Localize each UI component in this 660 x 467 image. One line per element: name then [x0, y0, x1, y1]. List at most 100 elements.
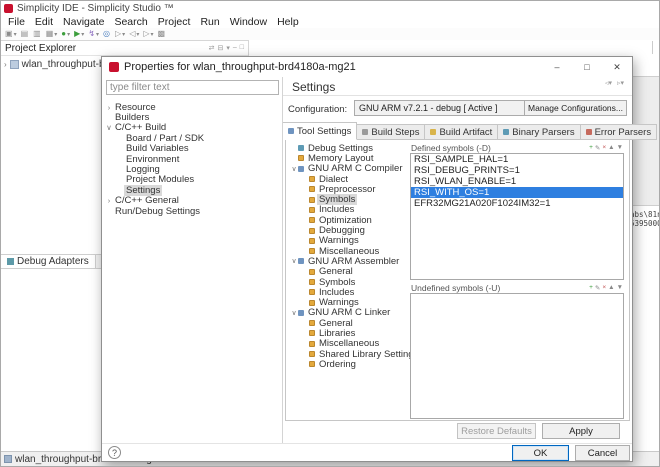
tab-error-parsers[interactable]: Error Parsers — [581, 124, 657, 140]
undefined-symbols-list[interactable] — [410, 293, 624, 419]
symbol-entry[interactable]: EFR32MG21A020F1024IM32=1 — [411, 198, 623, 209]
symbol-entry[interactable]: RSI_DEBUG_PRINTS=1 — [411, 165, 623, 176]
edit-symbol-icon[interactable]: ✎ — [595, 284, 600, 292]
tool-tree-item[interactable]: Symbols — [288, 194, 408, 204]
tab-binary-parsers[interactable]: Binary Parsers — [498, 124, 580, 140]
move-up-icon[interactable]: ▲ — [608, 144, 614, 152]
history-back-icon[interactable]: ◃▾ — [605, 79, 612, 87]
tab-icon — [503, 129, 509, 135]
menu-project[interactable]: Project — [153, 16, 196, 28]
tool-tree-item[interactable]: Ordering — [288, 359, 408, 369]
back-icon[interactable]: ◁▾ — [129, 29, 139, 39]
tab-project-explorer[interactable]: Project Explorer — [5, 43, 76, 54]
move-down-icon[interactable]: ▼ — [617, 284, 623, 292]
help-button[interactable]: ? — [108, 446, 121, 459]
tool-tree-item[interactable]: General — [288, 267, 408, 277]
nav-build-variables[interactable]: Build Variables — [102, 144, 281, 154]
tool-tree-item[interactable]: Libraries — [288, 328, 408, 338]
tool-tree-item[interactable]: ∨ GNU ARM C Compiler — [288, 164, 408, 174]
symbol-entry[interactable]: RSI_WLAN_ENABLE=1 — [411, 176, 623, 187]
tool-tree-item[interactable]: Miscellaneous — [288, 339, 408, 349]
debug-icon[interactable]: ●▾ — [61, 29, 70, 39]
tool-tree-item[interactable]: ∨ GNU ARM Assembler — [288, 256, 408, 266]
build-icon[interactable]: ▦▾ — [46, 29, 58, 39]
symbol-entry[interactable]: RSI_WITH_OS=1 — [411, 187, 623, 198]
tool-tree-item[interactable]: Optimization — [288, 215, 408, 225]
tool-tree-item[interactable]: Dialect — [288, 174, 408, 184]
flash-icon[interactable]: ↯▾ — [88, 29, 99, 39]
apply-button[interactable]: Apply — [542, 423, 620, 439]
move-down-icon[interactable]: ▼ — [617, 144, 623, 152]
menu-file[interactable]: File — [3, 16, 30, 28]
nav-project-modules[interactable]: Project Modules — [102, 175, 281, 185]
tool-tree-item[interactable]: Symbols — [288, 277, 408, 287]
nav-environment[interactable]: Environment — [102, 154, 281, 164]
forward-icon[interactable]: ▷▾ — [143, 29, 153, 39]
tab-debug-adapters[interactable]: Debug Adapters — [1, 255, 96, 268]
tool-tree-item[interactable]: Preprocessor — [288, 184, 408, 194]
dialog-maximize-button[interactable]: □ — [572, 57, 602, 77]
edit-symbol-icon[interactable]: ✎ — [595, 144, 600, 152]
move-up-icon[interactable]: ▲ — [608, 284, 614, 292]
tool-tree-item[interactable]: Warnings — [288, 236, 408, 246]
tool-tree-item[interactable]: Debugging — [288, 225, 408, 235]
manage-configurations-button[interactable]: Manage Configurations... — [524, 100, 627, 116]
tab-build-steps[interactable]: Build Steps — [357, 124, 425, 140]
symbol-entry[interactable]: RSI_SAMPLE_HAL=1 — [411, 154, 623, 165]
minimize-view-icon[interactable]: – — [233, 44, 237, 52]
nav-cpp-general[interactable]: › C/C++ General — [102, 196, 281, 206]
menu-run[interactable]: Run — [195, 16, 224, 28]
nav-run-debug-settings[interactable]: Run/Debug Settings — [102, 206, 281, 216]
tab-build-artifact[interactable]: Build Artifact — [425, 124, 498, 140]
tool-tree-item[interactable]: ∨ GNU ARM C Linker — [288, 308, 408, 318]
delete-symbol-icon[interactable]: × — [602, 284, 606, 292]
tool-tree-item[interactable]: Warnings — [288, 297, 408, 307]
tool-tree-item[interactable]: Debug Settings — [288, 143, 408, 153]
view-menu-icon[interactable]: ▾ — [226, 44, 230, 52]
history-forward-icon[interactable]: ▹▾ — [617, 79, 624, 87]
ok-button[interactable]: OK — [512, 445, 569, 461]
tool-item-icon — [298, 145, 304, 151]
add-symbol-icon[interactable]: + — [589, 284, 593, 292]
open-perspective-icon[interactable]: ▩ — [158, 29, 167, 39]
defined-symbols-list[interactable]: RSI_SAMPLE_HAL=1RSI_DEBUG_PRINTS=1RSI_WL… — [410, 153, 624, 280]
expand-arrow-icon[interactable]: › — [4, 60, 7, 69]
tab-tool-settings[interactable]: Tool Settings — [283, 122, 357, 140]
collapse-all-icon[interactable]: ⊟ — [217, 44, 223, 52]
external-tools-icon[interactable]: ▷▾ — [115, 29, 125, 39]
configuration-select[interactable]: GNU ARM v7.2.1 - debug [ Active ] ∨ — [354, 100, 550, 116]
cancel-button[interactable]: Cancel — [575, 445, 630, 461]
tool-item-icon — [309, 269, 315, 275]
tool-tree-item[interactable]: Memory Layout — [288, 153, 408, 163]
dialog-close-button[interactable]: ✕ — [602, 57, 632, 77]
nav-board-part-sdk[interactable]: Board / Part / SDK — [102, 133, 281, 143]
run-icon[interactable]: ▶▾ — [74, 29, 84, 39]
nav-resource[interactable]: › Resource — [102, 102, 281, 112]
dialog-minimize-button[interactable]: – — [542, 57, 572, 77]
tab-icon — [362, 129, 368, 135]
save-icon[interactable]: ▤ — [21, 29, 30, 39]
tool-tree-item[interactable]: Includes — [288, 287, 408, 297]
nav-cpp-build[interactable]: ∨ C/C++ Build — [102, 123, 281, 133]
menu-edit[interactable]: Edit — [30, 16, 58, 28]
maximize-view-icon[interactable]: □ — [240, 44, 244, 52]
menu-help[interactable]: Help — [272, 16, 304, 28]
menu-navigate[interactable]: Navigate — [58, 16, 109, 28]
save-all-icon[interactable]: ▥ — [33, 29, 42, 39]
tool-tree-item[interactable]: General — [288, 318, 408, 328]
search-icon[interactable]: ◎ — [103, 29, 111, 39]
nav-builders[interactable]: Builders — [102, 112, 281, 122]
link-editor-icon[interactable]: ⇄ — [209, 44, 215, 52]
filter-input[interactable] — [106, 80, 279, 95]
nav-settings[interactable]: Settings — [102, 185, 281, 195]
new-wizard-icon[interactable]: ▣▾ — [5, 29, 17, 39]
tool-tree-item[interactable]: Shared Library Settings — [288, 349, 408, 359]
menu-window[interactable]: Window — [225, 16, 272, 28]
nav-logging[interactable]: Logging — [102, 164, 281, 174]
add-symbol-icon[interactable]: + — [589, 144, 593, 152]
menu-search[interactable]: Search — [109, 16, 152, 28]
delete-symbol-icon[interactable]: × — [602, 144, 606, 152]
tool-tree-item[interactable]: Includes — [288, 205, 408, 215]
undefined-symbols-title: Undefined symbols (-U) — [411, 283, 500, 293]
tool-tree-item[interactable]: Miscellaneous — [288, 246, 408, 256]
